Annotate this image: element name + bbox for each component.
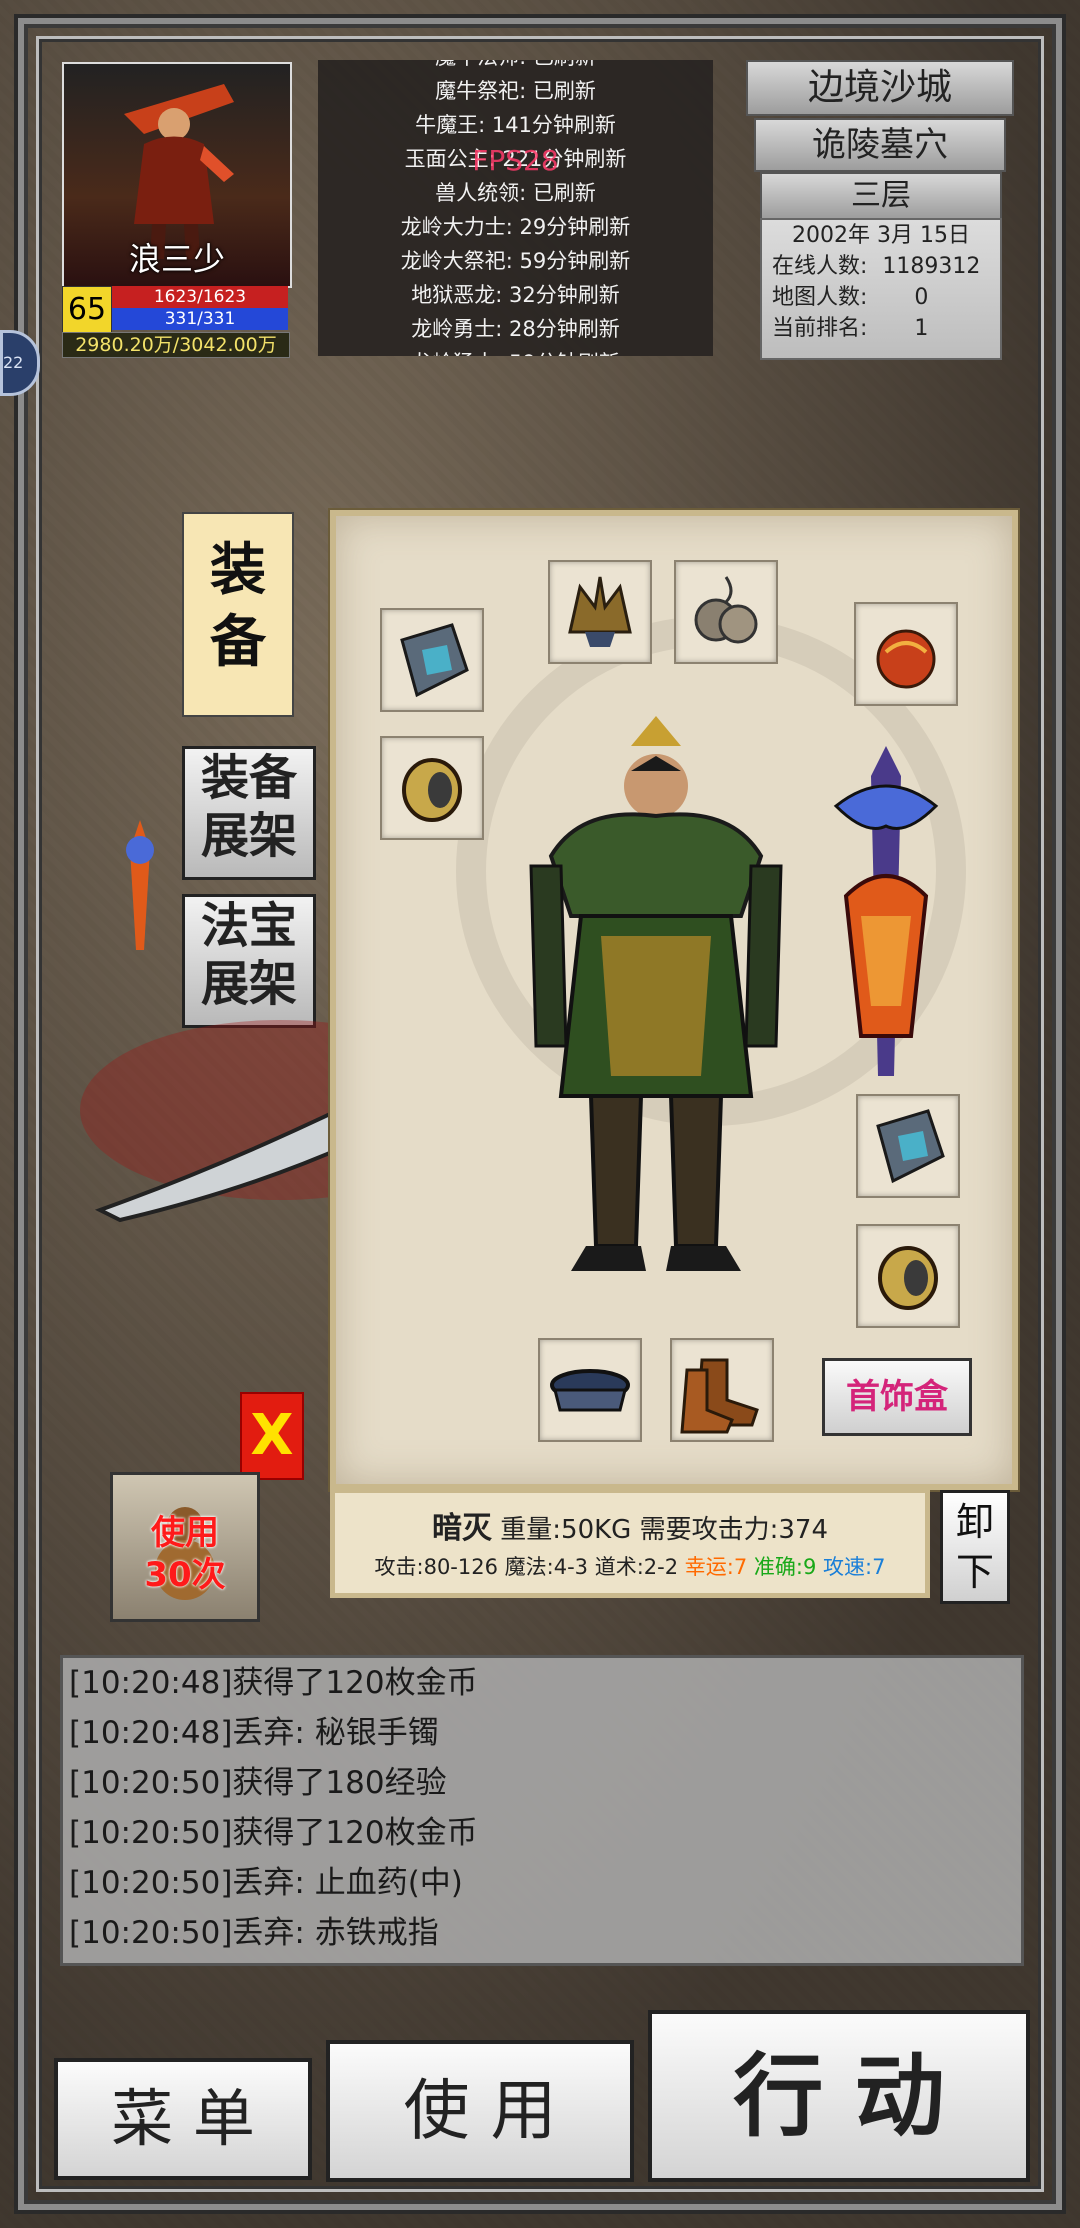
ring-icon bbox=[402, 758, 462, 822]
bracelet-icon bbox=[876, 1109, 945, 1184]
boss-row: 龙岭勇士: 28分钟刷新 bbox=[411, 317, 620, 341]
left-ring-slot[interactable] bbox=[380, 736, 484, 840]
zone-button[interactable]: 诡陵墓穴 bbox=[754, 118, 1006, 172]
fps-counter: FPS28 bbox=[472, 144, 559, 177]
exp-bar: 2980.20万/3042.00万 bbox=[62, 332, 290, 358]
helmet-icon bbox=[568, 576, 632, 647]
online-value: 1189312 bbox=[882, 254, 981, 279]
left-bracelet-slot[interactable] bbox=[380, 608, 484, 712]
log-entry: [10:20:48]获得了120枚金币 bbox=[69, 1665, 478, 1701]
boss-row: 魔牛法师: 已刷新 bbox=[318, 60, 713, 74]
log-entry: [10:20:50]丢弃: 止血药(中) bbox=[69, 1865, 463, 1901]
item-luck: 幸运:7 bbox=[684, 1555, 748, 1579]
map-players-row: 地图人数: 0 bbox=[762, 282, 1000, 313]
boss-row: 龙岭大力士: 29分钟刷新 bbox=[400, 215, 631, 239]
region-button[interactable]: 边境沙城 bbox=[746, 60, 1014, 116]
player-level: 65 bbox=[62, 286, 112, 334]
tab-equipment-char2: 备 bbox=[210, 609, 266, 675]
close-potion-button[interactable]: X bbox=[240, 1392, 304, 1480]
boss-row: 龙岭猛士: 59分钟刷新 bbox=[318, 346, 713, 356]
item-attack: 攻击:80-126 bbox=[374, 1555, 498, 1579]
log-entry: [10:20:50]获得了180经验 bbox=[69, 1765, 447, 1801]
potion-count-label: 30次 bbox=[144, 1555, 226, 1595]
online-label: 在线人数: bbox=[772, 254, 868, 279]
side-staff-icon bbox=[126, 820, 154, 950]
equipped-weapon-icon bbox=[833, 746, 939, 1076]
boots-icon bbox=[680, 1358, 759, 1434]
online-count-row: 在线人数: 1189312 bbox=[762, 251, 1000, 282]
tab-equip-rack-line2: 展架 bbox=[200, 808, 297, 864]
ring-icon bbox=[878, 1246, 938, 1310]
orb-necklace-icon bbox=[876, 629, 936, 689]
rank-value: 1 bbox=[914, 316, 929, 341]
item-stats-line: 攻击:80-126 魔法:4-3 道术:2-2 幸运:7 准确:9 攻速:7 bbox=[335, 1551, 925, 1581]
boots-slot[interactable] bbox=[670, 1338, 774, 1442]
tab-treasure-rack-line1: 法宝 bbox=[200, 898, 297, 954]
tab-equipment[interactable]: 装 备 bbox=[182, 512, 294, 717]
tab-equipment-char1: 装 bbox=[210, 537, 266, 603]
boss-row: 兽人统领: 已刷新 bbox=[435, 181, 596, 205]
belt-icon bbox=[550, 1369, 630, 1412]
right-ring-slot[interactable] bbox=[856, 1224, 960, 1328]
medal-slot[interactable] bbox=[674, 560, 778, 664]
character-armor-figure bbox=[529, 716, 783, 1271]
equipment-panel: 首饰盒 bbox=[330, 510, 1018, 1490]
server-info-panel: 2002年 3月 15日 在线人数: 1189312 地图人数: 0 当前排名:… bbox=[760, 218, 1002, 360]
tab-equip-rack[interactable]: 装备 展架 bbox=[182, 746, 316, 880]
item-accuracy: 准确:9 bbox=[753, 1555, 817, 1579]
unequip-button[interactable]: 卸下 bbox=[940, 1490, 1010, 1604]
rank-label: 当前排名: bbox=[772, 316, 868, 341]
boss-row: 魔牛祭祀: 已刷新 bbox=[435, 79, 596, 103]
accessory-box-button[interactable]: 首饰盒 bbox=[822, 1358, 972, 1436]
side-bubble-text: 22 bbox=[3, 353, 24, 372]
hp-bar: 1623/1623 bbox=[112, 286, 288, 308]
map-players-value: 0 bbox=[914, 285, 929, 310]
boss-row: 地狱恶龙: 32分钟刷新 bbox=[411, 283, 620, 307]
potion-quick-slot[interactable]: 使用 30次 bbox=[110, 1472, 260, 1622]
bracelet-icon bbox=[400, 623, 469, 698]
item-name: 暗灭 bbox=[432, 1511, 493, 1546]
item-description-panel: 暗灭 重量:50KG 需要攻击力:374 攻击:80-126 魔法:4-3 道术… bbox=[330, 1488, 930, 1598]
log-entry: [10:20:50]获得了120枚金币 bbox=[69, 1815, 478, 1851]
helmet-slot[interactable] bbox=[548, 560, 652, 664]
tab-equip-rack-line1: 装备 bbox=[200, 750, 297, 806]
item-speed: 攻速:7 bbox=[823, 1555, 886, 1579]
log-entry: [10:20:50]丢弃: 赤铁戒指 bbox=[69, 1915, 439, 1951]
player-portrait[interactable]: 浪三少 bbox=[62, 62, 292, 288]
rank-row: 当前排名: 1 bbox=[762, 313, 1000, 344]
unequip-label: 卸下 bbox=[955, 1500, 994, 1594]
right-bracelet-slot[interactable] bbox=[856, 1094, 960, 1198]
map-players-label: 地图人数: bbox=[772, 285, 868, 310]
mp-bar: 331/331 bbox=[112, 308, 288, 330]
bell-medal-icon bbox=[694, 576, 758, 644]
item-weight: 重量:50KG bbox=[500, 1515, 632, 1545]
log-entry: [10:20:48]丢弃: 秘银手镯 bbox=[69, 1715, 439, 1751]
message-log[interactable]: [10:20:48]获得了120枚金币 [10:20:48]丢弃: 秘银手镯 [… bbox=[60, 1655, 1024, 1966]
item-title-line: 暗灭 重量:50KG 需要攻击力:374 bbox=[335, 1503, 925, 1547]
menu-button[interactable]: 菜 单 bbox=[54, 2058, 312, 2180]
floor-button[interactable]: 三层 bbox=[760, 172, 1002, 220]
boss-row: 牛魔王: 141分钟刷新 bbox=[415, 113, 616, 137]
boss-row: 龙岭大祭祀: 59分钟刷新 bbox=[400, 249, 631, 273]
use-button[interactable]: 使 用 bbox=[326, 2040, 634, 2182]
belt-slot[interactable] bbox=[538, 1338, 642, 1442]
item-taoism: 道术:2-2 bbox=[594, 1555, 679, 1579]
item-requirement: 需要攻击力:374 bbox=[639, 1515, 828, 1545]
necklace-slot[interactable] bbox=[854, 602, 958, 706]
game-date: 2002年 3月 15日 bbox=[792, 223, 970, 248]
player-name: 浪三少 bbox=[128, 240, 225, 278]
item-magic: 魔法:4-3 bbox=[504, 1555, 589, 1579]
boss-refresh-list[interactable]: 魔牛法师: 已刷新 魔牛祭祀: 已刷新 牛魔王: 141分钟刷新 玉面公主: 2… bbox=[318, 60, 713, 356]
action-button[interactable]: 行 动 bbox=[648, 2010, 1030, 2182]
